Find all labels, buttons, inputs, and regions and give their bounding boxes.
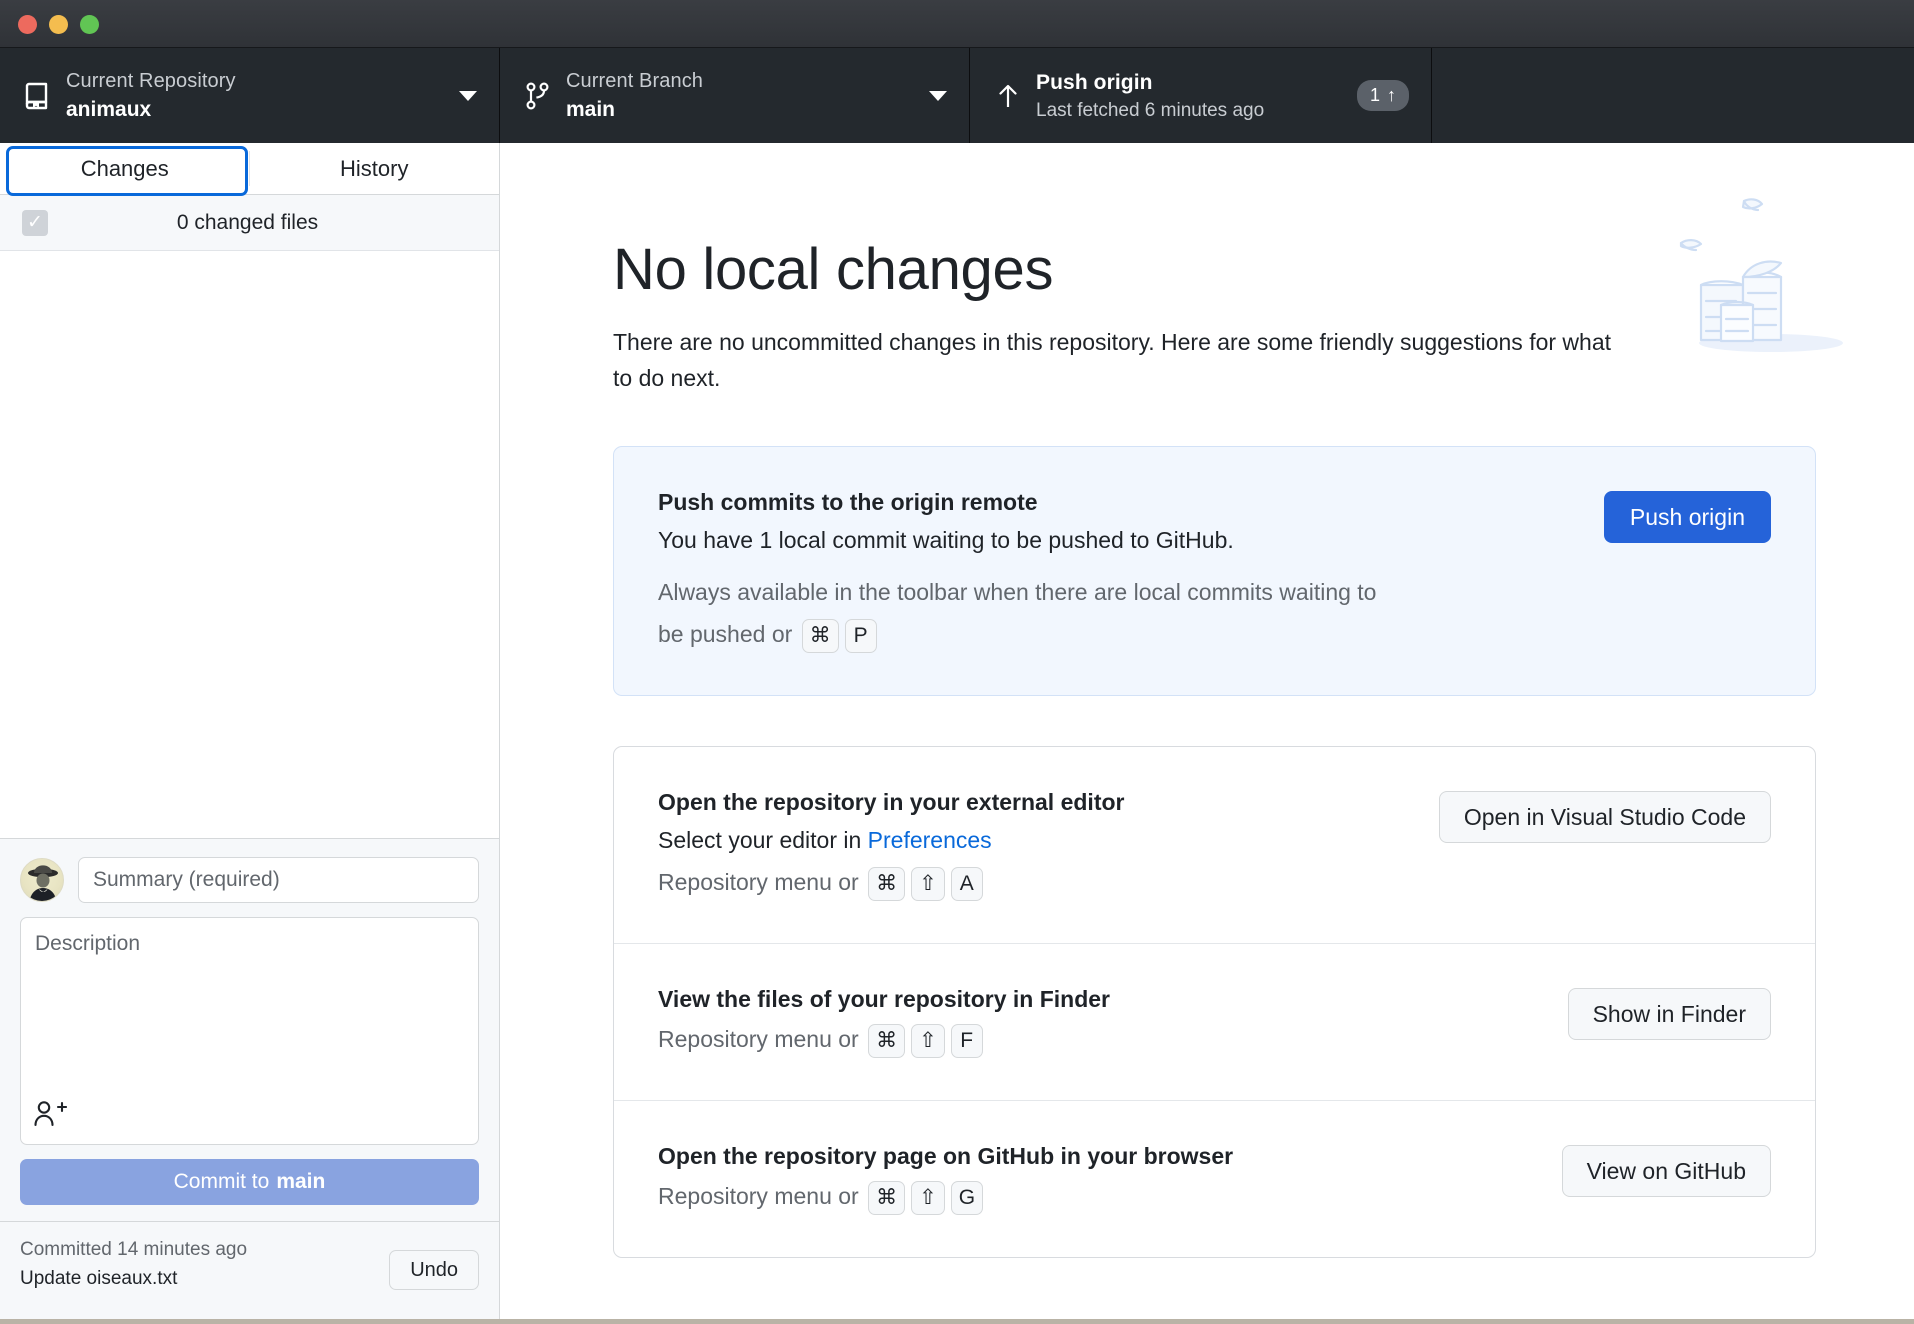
tab-history[interactable]: History xyxy=(250,143,500,194)
last-commit-message: Update oiseaux.txt xyxy=(20,1265,377,1292)
last-commit-time: Committed 14 minutes ago xyxy=(20,1236,377,1263)
finder-meta-text: Repository menu or xyxy=(658,1026,865,1052)
traffic-lights xyxy=(18,15,99,34)
description-placeholder: Description xyxy=(35,932,464,956)
github-meta: Repository menu or ⌘⇧G xyxy=(658,1175,1387,1217)
git-branch-icon xyxy=(520,81,556,111)
suggestion-show-finder: View the files of your repository in Fin… xyxy=(614,944,1815,1101)
kbd-command-icon: ⌘ xyxy=(868,867,905,901)
sidebar: Changes History ✓ 0 changed files xyxy=(0,143,500,1319)
main-panel: No local changes There are no uncommitte… xyxy=(501,143,1914,1319)
repo-label: Current Repository xyxy=(66,68,449,94)
arrow-up-icon xyxy=(990,82,1026,110)
editor-text-before: Select your editor in xyxy=(658,827,868,853)
ahead-count: 1 xyxy=(1370,85,1380,106)
branch-label: Current Branch xyxy=(566,68,919,94)
view-on-github-button[interactable]: View on GitHub xyxy=(1562,1145,1771,1197)
close-button[interactable] xyxy=(18,15,37,34)
kbd-a: A xyxy=(951,867,983,901)
show-in-finder-button[interactable]: Show in Finder xyxy=(1568,988,1771,1040)
changed-files-list xyxy=(0,251,499,838)
kbd-shift-icon: ⇧ xyxy=(911,1181,945,1215)
editor-meta-text: Repository menu or xyxy=(658,869,865,895)
summary-input[interactable] xyxy=(78,857,479,903)
last-commit-footer: Committed 14 minutes ago Update oiseaux.… xyxy=(0,1221,499,1319)
push-origin-card-button[interactable]: Push origin xyxy=(1604,491,1771,543)
undo-button[interactable]: Undo xyxy=(389,1250,479,1290)
editor-meta: Repository menu or ⌘⇧A xyxy=(658,861,1387,903)
chevron-down-icon xyxy=(929,91,947,101)
repo-icon xyxy=(20,82,56,110)
changed-files-header: ✓ 0 changed files xyxy=(0,195,499,251)
suggestion-open-editor: Open the repository in your external edi… xyxy=(614,747,1815,944)
editor-text: Select your editor in Preferences xyxy=(658,823,1387,857)
changed-files-count: 0 changed files xyxy=(48,211,477,235)
finder-meta: Repository menu or ⌘⇧F xyxy=(658,1018,1387,1060)
minimize-button[interactable] xyxy=(49,15,68,34)
app-window: Current Repository animaux Current Branc… xyxy=(0,0,1914,1319)
editor-title: Open the repository in your external edi… xyxy=(658,787,1387,817)
push-label: Push origin xyxy=(1036,69,1343,96)
repo-value: animaux xyxy=(66,96,449,123)
last-commit-texts: Committed 14 minutes ago Update oiseaux.… xyxy=(20,1236,377,1292)
current-repository-dropdown[interactable]: Current Repository animaux xyxy=(0,48,500,143)
tab-changes-label: Changes xyxy=(81,156,169,182)
toolbar: Current Repository animaux Current Branc… xyxy=(0,48,1914,143)
suggestions-card: Open the repository in your external edi… xyxy=(613,746,1816,1258)
finder-title: View the files of your repository in Fin… xyxy=(658,984,1387,1014)
page-subtitle: There are no uncommitted changes in this… xyxy=(613,324,1633,396)
kbd-command-icon: ⌘ xyxy=(868,1181,905,1215)
commit-button-branch: main xyxy=(276,1170,325,1194)
kbd-p: P xyxy=(845,619,877,653)
kbd-command-icon: ⌘ xyxy=(802,619,839,653)
sidebar-tabs: Changes History xyxy=(0,143,499,195)
push-card-title: Push commits to the origin remote xyxy=(658,487,1387,517)
kbd-shift-icon: ⇧ xyxy=(911,1024,945,1058)
select-all-checkbox[interactable]: ✓ xyxy=(22,210,48,236)
tab-changes[interactable]: Changes xyxy=(0,143,250,194)
push-card-text: You have 1 local commit waiting to be pu… xyxy=(658,523,1387,557)
commit-form: Description Commit to main xyxy=(0,838,499,1221)
preferences-link[interactable]: Preferences xyxy=(868,827,992,853)
chevron-down-icon xyxy=(459,91,477,101)
branch-value: main xyxy=(566,96,919,123)
github-meta-text: Repository menu or xyxy=(658,1183,865,1209)
current-branch-dropdown[interactable]: Current Branch main xyxy=(500,48,970,143)
open-in-editor-button[interactable]: Open in Visual Studio Code xyxy=(1439,791,1771,843)
boxes-and-birds-illustration xyxy=(1676,193,1866,358)
kbd-f: F xyxy=(951,1024,983,1058)
commit-button[interactable]: Commit to main xyxy=(20,1159,479,1205)
toolbar-filler xyxy=(1432,48,1914,143)
kbd-shift-icon: ⇧ xyxy=(911,867,945,901)
add-person-icon[interactable] xyxy=(33,1099,67,1134)
push-sublabel: Last fetched 6 minutes ago xyxy=(1036,98,1343,123)
zoom-button[interactable] xyxy=(80,15,99,34)
ahead-arrow-icon: ↑ xyxy=(1387,85,1396,106)
kbd-command-icon: ⌘ xyxy=(868,1024,905,1058)
push-card-meta-text: Always available in the toolbar when the… xyxy=(658,579,1376,647)
description-textarea[interactable]: Description xyxy=(20,917,479,1145)
title-bar xyxy=(0,0,1914,48)
push-origin-button[interactable]: Push origin Last fetched 6 minutes ago 1… xyxy=(970,48,1432,143)
commit-button-prefix: Commit to xyxy=(174,1170,270,1194)
tab-history-label: History xyxy=(340,156,408,182)
push-suggestion-card: Push commits to the origin remote You ha… xyxy=(613,446,1816,696)
github-title: Open the repository page on GitHub in yo… xyxy=(658,1141,1387,1171)
suggestion-view-github: Open the repository page on GitHub in yo… xyxy=(614,1101,1815,1257)
avatar xyxy=(20,858,64,902)
summary-row xyxy=(20,857,479,903)
ahead-commits-badge: 1 ↑ xyxy=(1357,80,1409,111)
push-card-meta: Always available in the toolbar when the… xyxy=(658,571,1387,655)
kbd-g: G xyxy=(951,1181,983,1215)
